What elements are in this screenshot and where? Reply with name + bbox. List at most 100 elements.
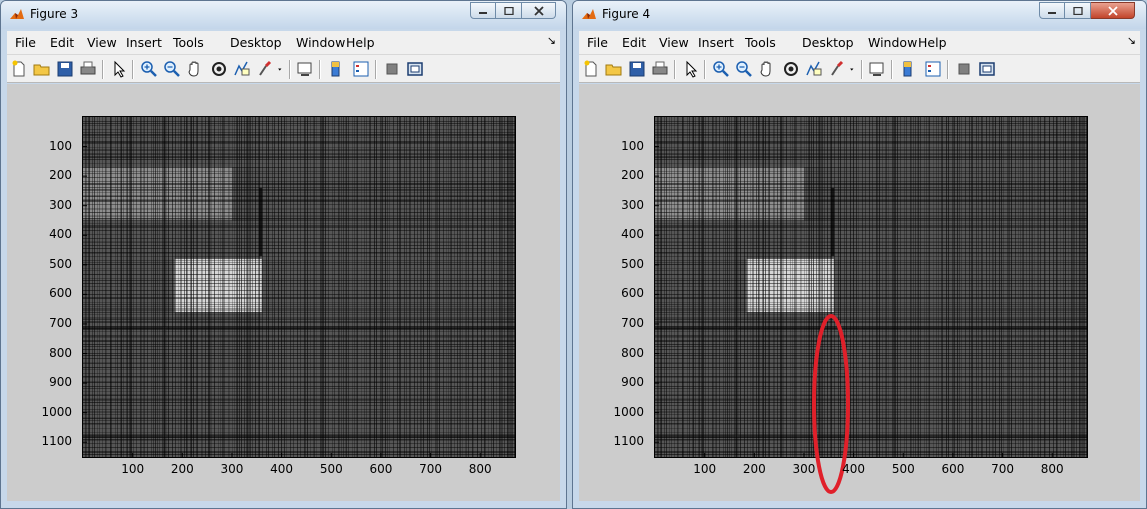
y-tick-label: 1100 (41, 434, 72, 449)
y-tick-label: 500 (621, 256, 644, 271)
title-bar[interactable]: Figure 4 (573, 1, 1146, 29)
rotate-3d-icon[interactable] (210, 60, 228, 78)
y-tick-label: 100 (49, 138, 72, 153)
menu-desktop[interactable]: Desktop (230, 35, 282, 50)
toolbar-separator (704, 60, 706, 79)
matlab-icon (10, 9, 24, 19)
title-bar[interactable]: Figure 3 (1, 1, 566, 29)
brush-icon[interactable] (828, 60, 846, 78)
window-title: Figure 4 (602, 7, 651, 21)
toolbar-separator (132, 60, 134, 79)
zoom-in-icon[interactable] (140, 60, 158, 78)
menu-file[interactable]: File (587, 35, 608, 50)
minimize-icon (479, 11, 487, 14)
link-plot-icon[interactable] (296, 60, 314, 78)
hide-plot-tools-icon[interactable] (955, 60, 973, 78)
y-tick-label: 500 (49, 256, 72, 271)
dock-arrow-icon[interactable]: ↘ (1127, 34, 1136, 47)
link-plot-icon[interactable] (868, 60, 886, 78)
menu-bar: File Edit View Insert Tools Desktop Window Help… (7, 31, 560, 54)
y-tick-label: 600 (49, 286, 72, 301)
y-tick-label: 400 (621, 227, 644, 242)
menu-tools[interactable]: Tools (173, 35, 204, 50)
save-icon[interactable] (628, 60, 646, 78)
menu-edit[interactable]: Edit (50, 35, 74, 50)
open-file-icon[interactable] (605, 60, 623, 78)
show-plot-tools-icon[interactable] (406, 60, 424, 78)
data-cursor-icon[interactable] (233, 60, 251, 78)
zoom-in-icon[interactable] (712, 60, 730, 78)
pan-hand-icon[interactable] (758, 60, 776, 78)
brush-icon[interactable] (256, 60, 274, 78)
y-tick-label: 900 (49, 375, 72, 390)
menu-help[interactable]: Help (346, 35, 375, 50)
menu-view[interactable]: View (87, 35, 117, 50)
zoom-out-icon[interactable] (735, 60, 753, 78)
menu-edit[interactable]: Edit (622, 35, 646, 50)
window-controls (470, 2, 556, 19)
menu-window[interactable]: Window (296, 35, 345, 50)
pointer-icon[interactable] (110, 60, 128, 78)
print-icon[interactable] (79, 60, 97, 78)
figure-4-window: Figure 4 File Edit View Insert Tools Desktop W… (572, 0, 1147, 509)
legend-icon[interactable] (924, 60, 942, 78)
x-tick-label: 600 (369, 462, 393, 476)
menu-tools[interactable]: Tools (745, 35, 776, 50)
minimize-button[interactable] (470, 2, 496, 19)
x-tick-label: 100 (693, 462, 717, 476)
maximize-button[interactable] (1065, 2, 1091, 19)
x-tick-label: 200 (170, 462, 194, 476)
maximize-button[interactable] (496, 2, 522, 19)
menu-insert[interactable]: Insert (126, 35, 162, 50)
image-plot (655, 117, 1087, 457)
hide-plot-tools-icon[interactable] (383, 60, 401, 78)
data-cursor-icon[interactable] (805, 60, 823, 78)
open-file-icon[interactable] (33, 60, 51, 78)
close-button[interactable] (522, 2, 556, 19)
close-button[interactable] (1091, 2, 1135, 19)
y-tick-label: 800 (49, 345, 72, 360)
y-tick-label: 600 (621, 286, 644, 301)
colorbar-icon[interactable] (899, 60, 917, 78)
figure-area: 100 200 300 400 500 600 700 800 900 1000 1100 100 20… (579, 84, 1140, 501)
y-tick-label: 1000 (41, 404, 72, 419)
brush-dropdown-icon[interactable] (277, 60, 287, 78)
menu-help[interactable]: Help (918, 35, 947, 50)
legend-icon[interactable] (352, 60, 370, 78)
menu-view[interactable]: View (659, 35, 689, 50)
show-plot-tools-icon[interactable] (978, 60, 996, 78)
minimize-button[interactable] (1039, 2, 1065, 19)
menu-desktop[interactable]: Desktop (802, 35, 854, 50)
close-icon (1107, 5, 1118, 16)
menu-file[interactable]: File (15, 35, 36, 50)
y-tick-label: 800 (621, 345, 644, 360)
new-figure-icon[interactable] (582, 60, 600, 78)
toolbar-separator (319, 60, 321, 79)
x-tick-label: 800 (1040, 462, 1064, 476)
colorbar-icon[interactable] (327, 60, 345, 78)
image-plot (83, 117, 515, 457)
image-axes[interactable] (82, 116, 516, 458)
brush-dropdown-icon[interactable] (849, 60, 859, 78)
print-icon[interactable] (651, 60, 669, 78)
toolbar-separator (861, 60, 863, 79)
x-tick-label: 800 (468, 462, 492, 476)
pan-hand-icon[interactable] (186, 60, 204, 78)
rotate-3d-icon[interactable] (782, 60, 800, 78)
y-tick-label: 300 (49, 197, 72, 212)
y-tick-label: 700 (49, 315, 72, 330)
y-tick-label: 1100 (613, 434, 644, 449)
save-icon[interactable] (56, 60, 74, 78)
x-tick-label: 500 (891, 462, 915, 476)
maximize-icon (1072, 6, 1083, 15)
new-figure-icon[interactable] (10, 60, 28, 78)
pointer-icon[interactable] (682, 60, 700, 78)
menu-insert[interactable]: Insert (698, 35, 734, 50)
menu-window[interactable]: Window (868, 35, 917, 50)
x-tick-label: 300 (792, 462, 816, 476)
y-tick-label: 1000 (613, 404, 644, 419)
image-axes[interactable] (654, 116, 1088, 458)
dock-arrow-icon[interactable]: ↘ (547, 34, 556, 47)
zoom-out-icon[interactable] (163, 60, 181, 78)
x-tick-label: 700 (991, 462, 1015, 476)
